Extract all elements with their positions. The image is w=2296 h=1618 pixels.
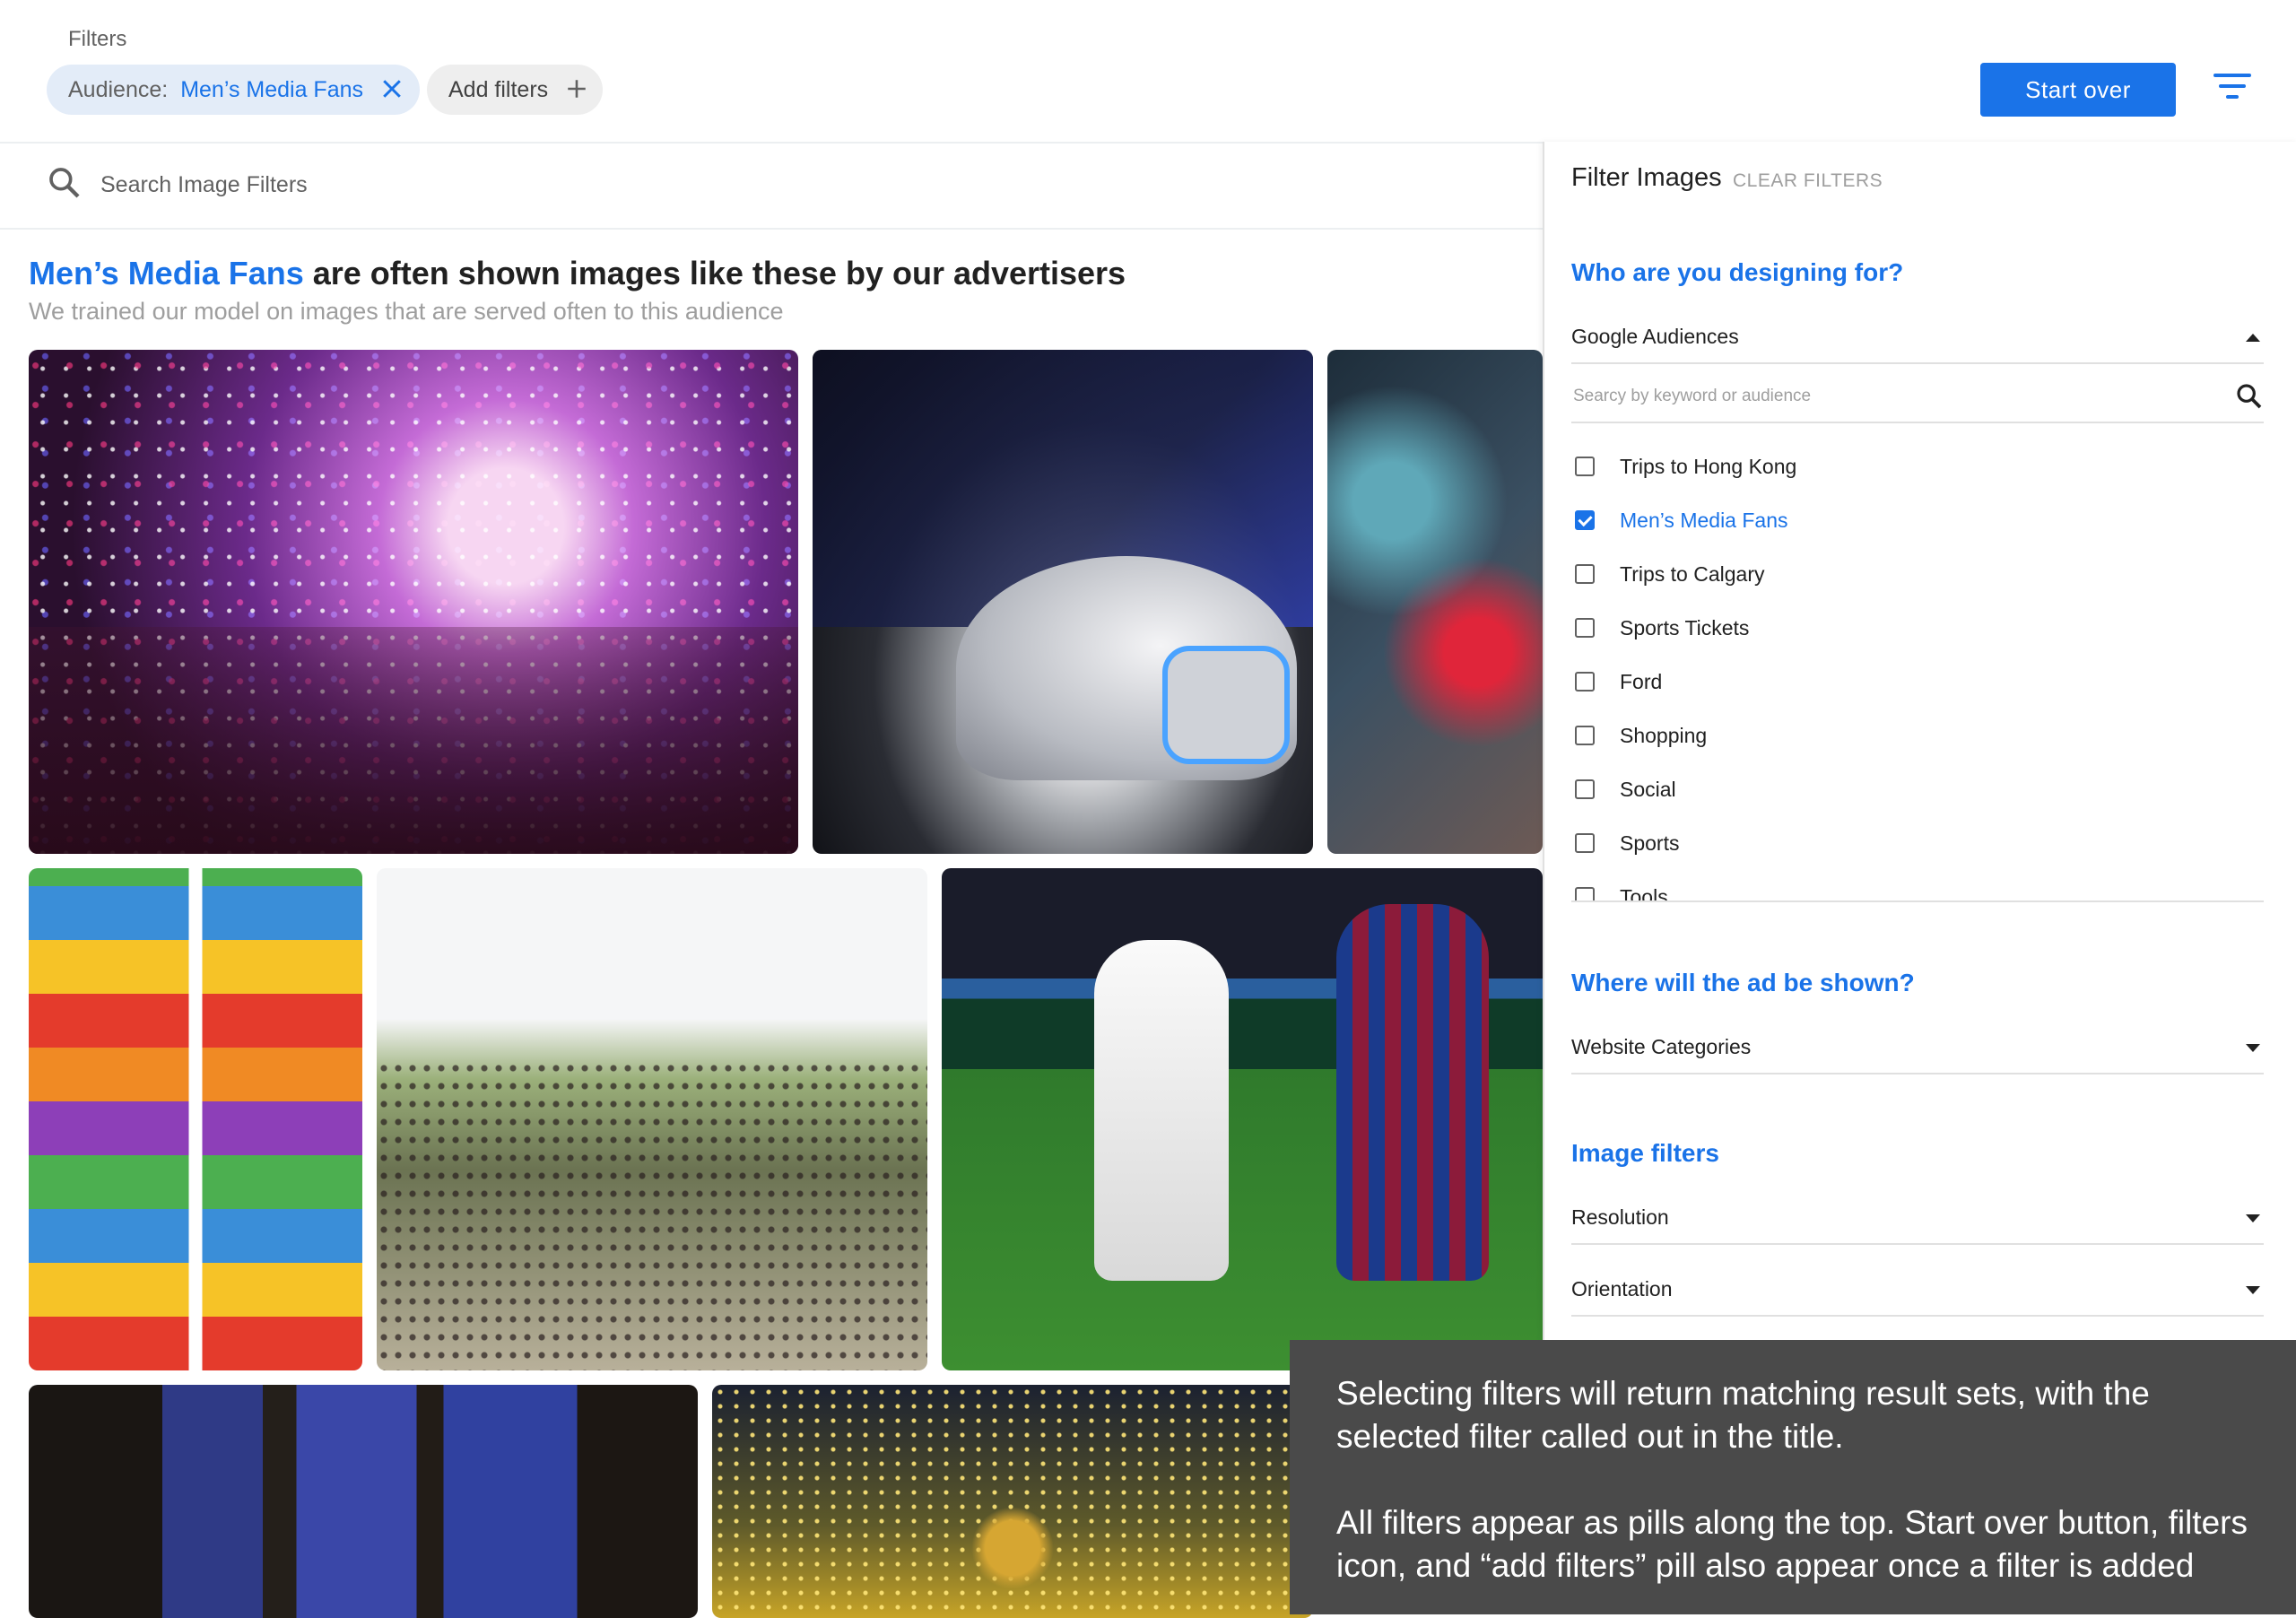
pill-key: Audience: <box>68 76 169 102</box>
checkbox[interactable] <box>1575 457 1595 476</box>
audience-option[interactable]: Trips to Calgary <box>1571 556 1764 592</box>
annotation-paragraph-2: All filters appear as pills along the to… <box>1336 1504 2248 1584</box>
annotation-paragraph-1: Selecting filters will return matching r… <box>1336 1375 2150 1455</box>
image-confetti-crowd[interactable] <box>29 350 798 854</box>
audience-option[interactable]: Sports Tickets <box>1571 610 1749 646</box>
audience-option[interactable]: Ford <box>1571 664 1662 700</box>
checkbox[interactable] <box>1575 618 1595 638</box>
caret-down-icon <box>2246 1214 2260 1222</box>
panel-title: Filter Images <box>1571 163 1722 192</box>
caret-down-icon <box>2246 1286 2260 1294</box>
audience-search <box>1571 370 2264 423</box>
image-search-bar <box>0 144 1543 230</box>
website-categories-dropdown[interactable]: Website Categories <box>1571 1022 2264 1074</box>
audience-option[interactable]: Shopping <box>1571 718 1707 753</box>
dropdown-label: Website Categories <box>1571 1035 1752 1058</box>
plus-icon <box>568 80 586 98</box>
checkbox[interactable] <box>1575 887 1595 900</box>
checkbox[interactable] <box>1575 564 1595 584</box>
dropdown-label: Resolution <box>1571 1205 1669 1229</box>
filters-label: Filters <box>68 27 127 51</box>
section-where-heading: Where will the ad be shown? <box>1571 969 1915 996</box>
audience-option[interactable]: Men’s Media Fans <box>1571 502 1788 538</box>
results-subtitle: We trained our model on images that are … <box>29 298 784 325</box>
section-image-filters-heading: Image filters <box>1571 1139 1719 1167</box>
add-filters-pill[interactable]: Add filters <box>427 65 603 115</box>
checkbox[interactable] <box>1575 833 1595 853</box>
image-blurred-closeup[interactable] <box>1327 350 1543 854</box>
filter-images-panel: Filter Images CLEAR FILTERS Who are you … <box>1543 142 2296 1344</box>
audience-filter-pill[interactable]: Audience: Men’s Media Fans <box>47 65 420 115</box>
section-who-heading: Who are you designing for? <box>1571 258 1904 286</box>
image-soccer-match[interactable] <box>942 868 1543 1370</box>
start-over-button[interactable]: Start over <box>1980 63 2176 117</box>
results-title: Men’s Media Fans are often shown images … <box>29 255 1126 292</box>
dropdown-label: Orientation <box>1571 1277 1673 1300</box>
resolution-dropdown[interactable]: Resolution <box>1571 1193 2264 1245</box>
checkbox[interactable] <box>1575 672 1595 692</box>
title-text: are often shown images like these by our… <box>303 255 1126 291</box>
image-esports-gaming[interactable] <box>29 1385 698 1618</box>
annotation-callout: Selecting filters will return matching r… <box>1290 1340 2296 1614</box>
title-highlight: Men’s Media Fans <box>29 255 304 291</box>
close-icon[interactable] <box>378 75 405 102</box>
search-icon[interactable] <box>2235 382 2264 411</box>
checkbox[interactable] <box>1575 726 1595 745</box>
search-icon <box>49 168 80 198</box>
caret-up-icon <box>2246 334 2260 342</box>
audience-options-list: Trips to Hong Kong Men’s Media Fans Trip… <box>1571 439 2264 902</box>
clear-filters-button[interactable]: CLEAR FILTERS <box>1733 170 1883 192</box>
add-filters-label: Add filters <box>448 76 549 102</box>
car-grille <box>1162 646 1290 764</box>
checkbox[interactable] <box>1575 779 1595 799</box>
checkbox-checked[interactable] <box>1575 510 1595 530</box>
pill-value: Men’s Media Fans <box>180 76 363 102</box>
audience-option[interactable]: Sports <box>1571 825 1679 861</box>
dropdown-label: Google Audiences <box>1571 325 1739 348</box>
filter-bar: Filters Audience: Men’s Media Fans Add f… <box>0 0 2296 144</box>
audience-option[interactable]: Trips to Hong Kong <box>1571 448 1796 484</box>
image-concept-car[interactable] <box>813 350 1313 854</box>
audience-option[interactable]: Social <box>1571 771 1676 807</box>
google-audiences-dropdown[interactable]: Google Audiences <box>1571 312 2264 364</box>
audience-option[interactable]: Tools <box>1571 879 1668 900</box>
orientation-dropdown[interactable]: Orientation <box>1571 1265 2264 1317</box>
filter-list-icon[interactable] <box>2212 70 2253 102</box>
caret-down-icon <box>2246 1044 2260 1052</box>
player-white <box>1094 940 1229 1281</box>
image-festival-crowd[interactable] <box>377 868 927 1370</box>
search-input[interactable] <box>99 163 730 206</box>
audience-search-input[interactable] <box>1571 380 2203 413</box>
image-trophy-celebration[interactable] <box>712 1385 1313 1618</box>
image-comic-collage[interactable] <box>29 868 362 1370</box>
player-striped <box>1336 904 1489 1281</box>
